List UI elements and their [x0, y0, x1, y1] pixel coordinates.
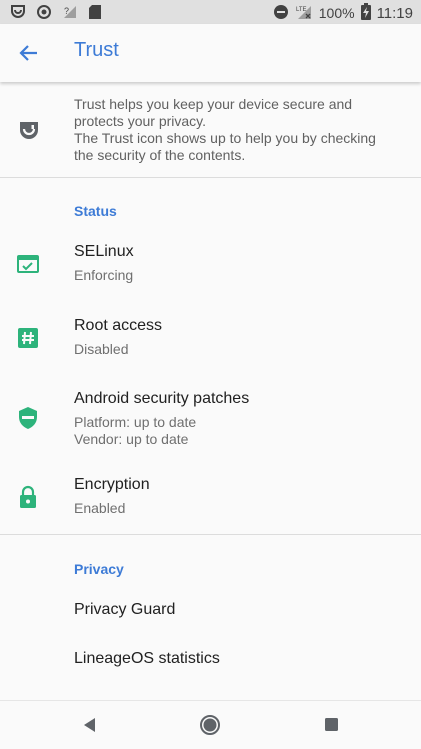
pref-selinux[interactable]: SELinux Enforcing	[0, 230, 421, 298]
square-recents-icon	[325, 718, 338, 731]
intro-section: Trust helps you keep your device secure …	[0, 82, 421, 178]
lock-icon	[17, 485, 39, 508]
app-bar: Trust	[0, 24, 421, 82]
privacy-section-header: Privacy	[74, 561, 124, 577]
svg-text:?: ?	[64, 6, 69, 16]
pref-summary: Enforcing	[74, 267, 134, 283]
do-not-disturb-icon	[273, 4, 289, 23]
nav-back-button[interactable]	[78, 713, 102, 737]
summary-platform: Platform: up to date	[74, 414, 197, 430]
pref-encryption[interactable]: Encryption Enabled	[0, 463, 421, 531]
nav-recents-button[interactable]	[320, 713, 344, 737]
section-divider	[0, 534, 421, 535]
nav-home-button[interactable]	[198, 713, 222, 737]
status-time: 11:19	[376, 4, 413, 22]
arrow-back-icon	[19, 45, 37, 61]
intro-text-line1: Trust helps you keep your device secure …	[74, 96, 353, 129]
hash-icon	[17, 327, 39, 349]
svg-text:LTE: LTE	[296, 7, 307, 13]
status-section-header: Status	[74, 203, 117, 219]
selinux-icon	[17, 253, 39, 275]
lte-signal-icon: LTE	[295, 4, 313, 23]
battery-percent: 100%	[318, 5, 355, 21]
battery-charging-icon	[360, 3, 371, 23]
circle-home-icon	[200, 715, 220, 735]
record-icon	[36, 4, 52, 23]
shield-icon	[17, 406, 39, 429]
pref-root-access[interactable]: Root access Disabled	[0, 304, 421, 372]
intro-description: Trust helps you keep your device secure …	[74, 96, 384, 164]
trust-logo-icon	[18, 120, 40, 142]
pref-lineageos-statistics[interactable]: LineageOS statistics	[0, 636, 421, 684]
page-title: Trust	[74, 39, 119, 61]
intro-text-line2: The Trust icon shows up to help you by c…	[74, 130, 376, 163]
back-button[interactable]	[18, 42, 40, 64]
pref-summary: Disabled	[74, 341, 129, 357]
pref-title: Privacy Guard	[74, 601, 176, 618]
pref-title: Encryption	[74, 476, 150, 493]
pref-security-patches[interactable]: Android security patches Platform: up to…	[0, 378, 421, 460]
no-signal-icon: ?	[62, 4, 78, 23]
triangle-back-icon	[84, 718, 95, 732]
navigation-bar	[0, 700, 421, 749]
trust-icon	[10, 4, 26, 23]
pref-title: Android security patches	[74, 390, 250, 407]
pref-title: LineageOS statistics	[74, 650, 220, 667]
pref-title: SELinux	[74, 243, 134, 260]
pref-title: Root access	[74, 317, 163, 334]
pref-privacy-guard[interactable]: Privacy Guard	[0, 586, 421, 634]
pref-summary: Enabled	[74, 500, 126, 516]
status-bar: ? LTE 100% 11:19	[0, 0, 421, 24]
pref-summary: Platform: up to date Vendor: up to date	[74, 414, 196, 448]
summary-vendor: Vendor: up to date	[74, 431, 189, 447]
sd-card-icon	[88, 4, 102, 23]
